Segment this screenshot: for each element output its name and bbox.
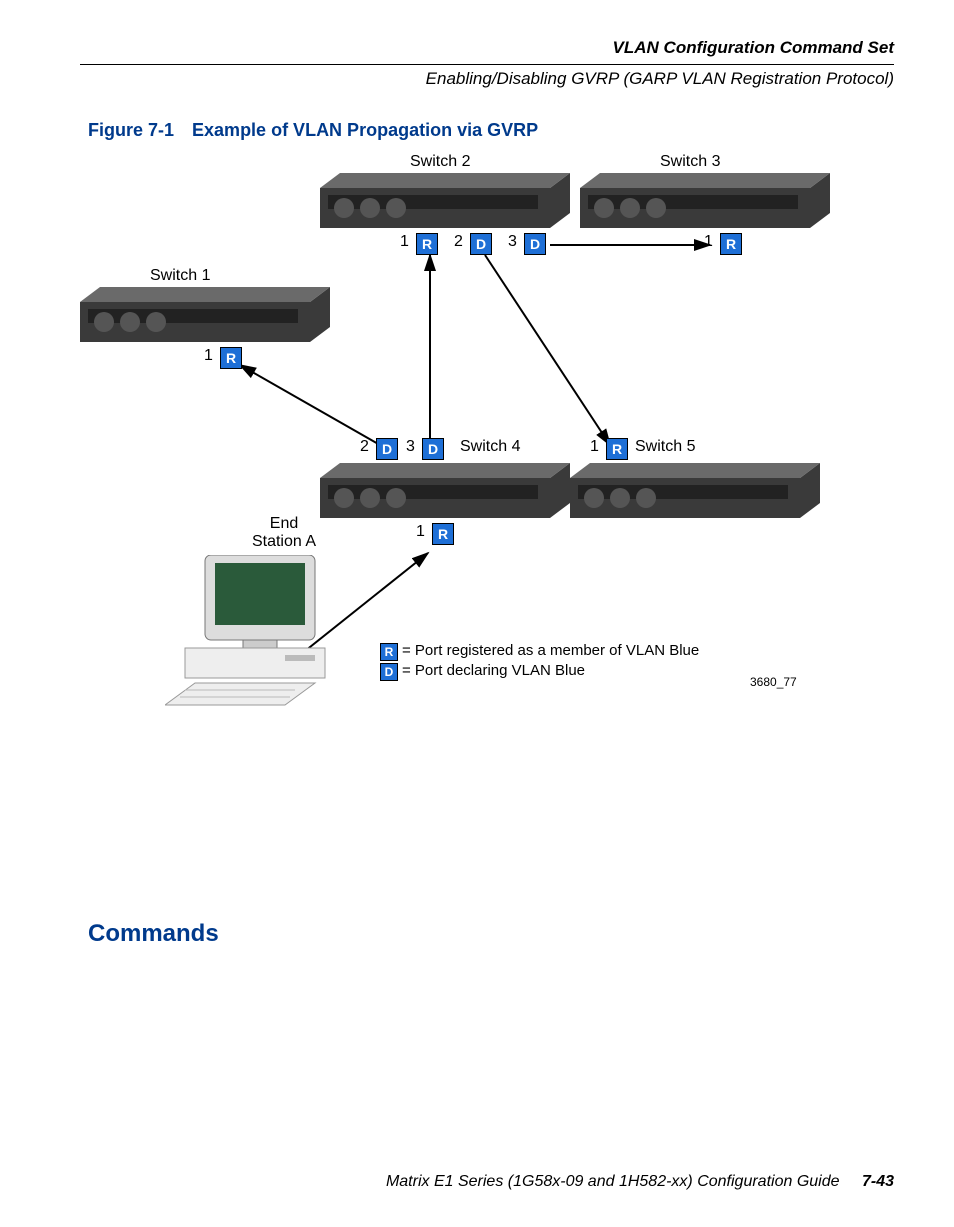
sw2-port1-num: 1	[400, 233, 409, 251]
sw4-port3-type: D	[422, 438, 444, 460]
figure-title-text: Example of VLAN Propagation via GVRP	[192, 120, 538, 140]
legend-d-key: D	[380, 663, 398, 681]
sw2-port1-type: R	[416, 233, 438, 255]
section-heading-commands: Commands	[88, 920, 219, 948]
sw2-port2-type: D	[470, 233, 492, 255]
sw1-port1-type: R	[220, 347, 242, 369]
sw2-port3-num: 3	[508, 233, 517, 251]
switch1-icon	[80, 287, 330, 342]
label-switch5: Switch 5	[635, 438, 695, 456]
footer-text: Matrix E1 Series (1G58x-09 and 1H582-xx)…	[386, 1173, 840, 1190]
label-switch3: Switch 3	[660, 153, 720, 171]
switch5-icon	[570, 463, 820, 518]
sw4-port2-num: 2	[360, 438, 369, 456]
header-subtitle: Enabling/Disabling GVRP (GARP VLAN Regis…	[80, 69, 894, 89]
label-endstation-l2: Station A	[252, 533, 316, 550]
switch2-icon	[320, 173, 570, 228]
header-rule	[80, 64, 894, 65]
sw2-port3-type: D	[524, 233, 546, 255]
sw4-port2-type: D	[376, 438, 398, 460]
sw4-port3-num: 3	[406, 438, 415, 456]
sw5-port1-type: R	[606, 438, 628, 460]
switch3-icon	[580, 173, 830, 228]
label-switch2: Switch 2	[410, 153, 470, 171]
legend-r-text: = Port registered as a member of VLAN Bl…	[402, 642, 699, 659]
sw4-port1-num: 1	[416, 523, 425, 541]
legend-r-key: R	[380, 643, 398, 661]
sw3-port1-num: 1	[704, 233, 713, 251]
sw1-port1-num: 1	[204, 347, 213, 365]
sw3-port1-type: R	[720, 233, 742, 255]
sw5-port1-num: 1	[590, 438, 599, 456]
endstation-icon	[165, 555, 335, 715]
diagram: Switch 2 1 R 2 D 3 D Switch 3 1 R Switch…	[80, 145, 900, 715]
figure-number: Figure 7-1	[88, 120, 174, 140]
figure-id: 3680_77	[750, 675, 797, 689]
page-footer: Matrix E1 Series (1G58x-09 and 1H582-xx)…	[80, 1173, 894, 1191]
switch4-icon	[320, 463, 570, 518]
page-header: VLAN Configuration Command Set Enabling/…	[80, 38, 894, 89]
label-endstation: End Station A	[244, 515, 324, 551]
sw4-port1-type: R	[432, 523, 454, 545]
label-endstation-l1: End	[270, 515, 298, 532]
label-switch1: Switch 1	[150, 267, 210, 285]
figure-caption: Figure 7-1 Example of VLAN Propagation vi…	[88, 120, 538, 141]
header-title: VLAN Configuration Command Set	[80, 38, 894, 58]
label-switch4: Switch 4	[460, 438, 520, 456]
footer-page-number: 7-43	[862, 1173, 894, 1190]
legend-d-text: = Port declaring VLAN Blue	[402, 662, 585, 679]
sw2-port2-num: 2	[454, 233, 463, 251]
